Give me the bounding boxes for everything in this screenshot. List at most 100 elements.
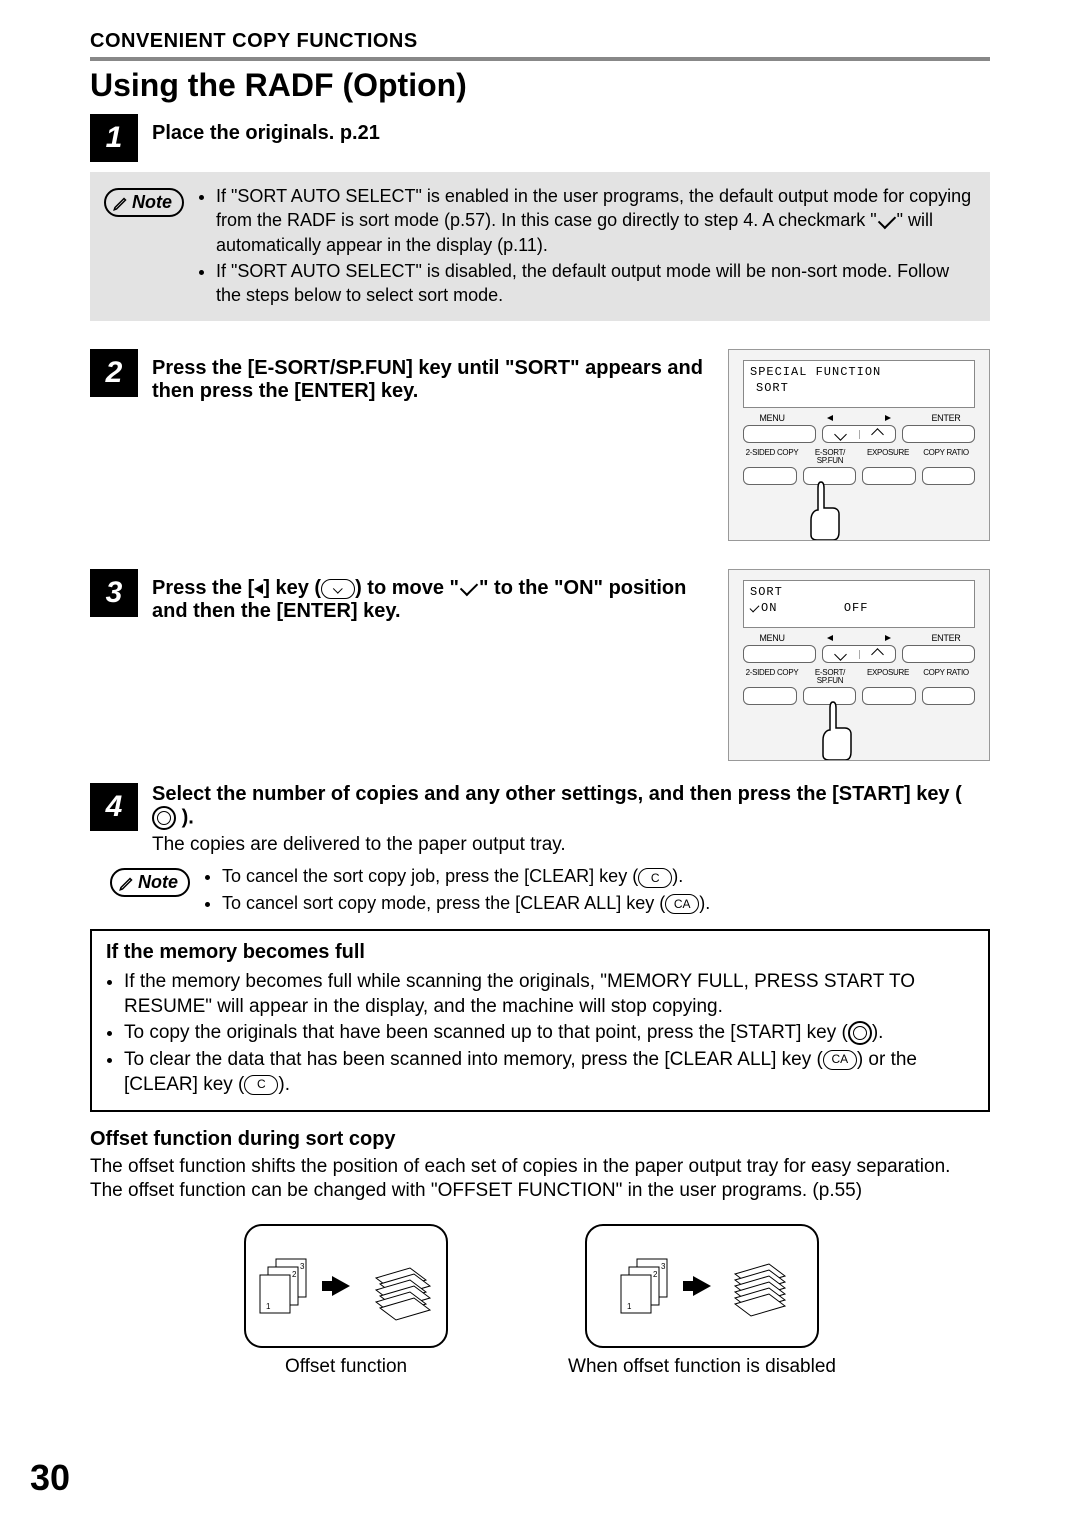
offset-paragraph: The offset function shifts the position … [90, 1155, 990, 1180]
label: 2-SIDED COPY [743, 669, 801, 685]
step-number: 1 [90, 114, 138, 162]
panel-labels: 2-SIDED COPY E-SORT/ SP.FUN EXPOSURE COP… [729, 449, 989, 465]
note-box-1: Note If "SORT AUTO SELECT" is enabled in… [90, 172, 990, 321]
step-text: Place the originals. p.21 [152, 114, 990, 145]
menu-button [743, 425, 816, 443]
text: To clear the data that has been scanned … [124, 1049, 823, 1070]
arrow-left-icon [801, 414, 859, 423]
note-content: To cancel the sort copy job, press the [… [204, 864, 990, 917]
arrow-left-icon [801, 634, 859, 643]
text: ). [278, 1074, 290, 1095]
text: Press the [ [152, 577, 254, 599]
svg-text:1: 1 [627, 1302, 632, 1311]
text: ). [699, 893, 710, 913]
triangle-left-icon [254, 584, 263, 594]
bullet: To clear the data that has been scanned … [124, 1048, 974, 1097]
menu-button [743, 645, 816, 663]
text: ) to move " [355, 577, 459, 599]
step-number: 2 [90, 349, 138, 397]
lcd-display: SPECIAL FUNCTION SORT [743, 360, 975, 408]
box-content: If the memory becomes full while scannin… [106, 970, 974, 1097]
text: ). [182, 807, 194, 829]
panel-labels: 2-SIDED COPY E-SORT/ SP.FUN EXPOSURE COP… [729, 669, 989, 685]
pages-stack-icon: 3 2 1 [256, 1251, 316, 1321]
lcd-line: SORT [750, 381, 968, 397]
note-bullet: To cancel sort copy mode, press the [CLE… [222, 891, 990, 915]
text: Select the number of copies and any othe… [152, 783, 962, 805]
checkmark-icon [750, 603, 760, 613]
start-key-icon [152, 806, 176, 830]
svg-text:2: 2 [653, 1270, 658, 1279]
step-subtext: The copies are delivered to the paper ou… [152, 834, 990, 856]
offset-figures: 3 2 1 Offset function [90, 1224, 990, 1378]
panel-buttons [729, 685, 989, 711]
finger-pointer-icon [807, 480, 841, 540]
enter-button [902, 645, 975, 663]
page-title: Using the RADF (Option) [90, 67, 990, 104]
offset-heading: Offset function during sort copy [90, 1128, 990, 1151]
checkmark-icon [460, 578, 478, 596]
clear-all-key-icon: CA [823, 1050, 857, 1070]
text: If "SORT AUTO SELECT" is enabled in the … [216, 186, 971, 230]
label: E-SORT/ SP.FUN [801, 669, 859, 685]
step-3: 3 Press the [] key () to move "" to the … [90, 569, 990, 761]
note-bullet: If "SORT AUTO SELECT" is disabled, the d… [216, 259, 976, 308]
page-number: 30 [30, 1457, 70, 1499]
panel-buttons [729, 423, 989, 449]
control-panel-illustration: SPECIAL FUNCTION SORT MENU ENTER 2-SIDED… [728, 349, 990, 541]
arrow-right-icon [693, 1276, 711, 1296]
panel-buttons [729, 643, 989, 669]
note-label: Note [132, 192, 172, 213]
text: To cancel the sort copy job, press the [… [222, 866, 638, 886]
note-label: Note [138, 872, 178, 893]
clear-key-icon: C [244, 1075, 278, 1095]
box-title: If the memory becomes full [106, 941, 974, 964]
lcd-line: SORT [750, 585, 968, 601]
label: COPY RATIO [917, 669, 975, 685]
key-oval-icon [321, 579, 355, 599]
memory-full-box: If the memory becomes full If the memory… [90, 929, 990, 1111]
figure-box: 3 2 1 [585, 1224, 819, 1348]
figure-box: 3 2 1 [244, 1224, 448, 1348]
control-panel-illustration: SORT ON OFF MENU ENTER 2-SIDED COPY [728, 569, 990, 761]
text: ] key ( [263, 577, 321, 599]
label: EXPOSURE [859, 669, 917, 685]
figure-caption: When offset function is disabled [568, 1356, 836, 1378]
panel-labels: MENU ENTER [729, 634, 989, 643]
2sided-button [743, 467, 797, 485]
svg-text:2: 2 [292, 1270, 297, 1279]
lcd-line: ON OFF [750, 601, 968, 617]
bullet: If the memory becomes full while scannin… [124, 970, 974, 1019]
note-bullet: If "SORT AUTO SELECT" is enabled in the … [216, 184, 976, 257]
svg-text:1: 1 [266, 1302, 271, 1311]
checkmark-icon [877, 210, 895, 228]
arrow-right-icon [859, 634, 917, 643]
panel-labels: MENU ENTER [729, 414, 989, 423]
text: ). [672, 866, 683, 886]
step-1: 1 Place the originals. p.21 [90, 114, 990, 162]
label: MENU [743, 634, 801, 643]
clear-key-icon: C [638, 868, 672, 888]
note-box-2: Note To cancel the sort copy job, press … [90, 864, 990, 917]
svg-text:3: 3 [661, 1262, 666, 1271]
label: MENU [743, 414, 801, 423]
aligned-stack-icon [727, 1246, 787, 1326]
lcd-line: SPECIAL FUNCTION [750, 365, 968, 381]
label: 2-SIDED COPY [743, 449, 801, 465]
note-badge: Note [104, 188, 184, 217]
figure-offset-on: 3 2 1 Offset function [244, 1224, 448, 1378]
label: COPY RATIO [917, 449, 975, 465]
step-2: 2 Press the [E-SORT/SP.FUN] key until "S… [90, 349, 990, 541]
text: ). [872, 1022, 884, 1043]
pages-stack-icon: 3 2 1 [617, 1251, 677, 1321]
offset-paragraph: The offset function can be changed with … [90, 1179, 990, 1204]
figure-caption: Offset function [244, 1356, 448, 1378]
section-header: CONVENIENT COPY FUNCTIONS [90, 30, 990, 61]
step-text: Press the [E-SORT/SP.FUN] key until "SOR… [152, 349, 714, 403]
note-content: If "SORT AUTO SELECT" is enabled in the … [198, 184, 976, 309]
pencil-icon [112, 194, 130, 212]
ratio-button [922, 467, 976, 485]
ratio-button [922, 687, 976, 705]
panel-buttons [729, 465, 989, 491]
step-number: 4 [90, 783, 138, 831]
